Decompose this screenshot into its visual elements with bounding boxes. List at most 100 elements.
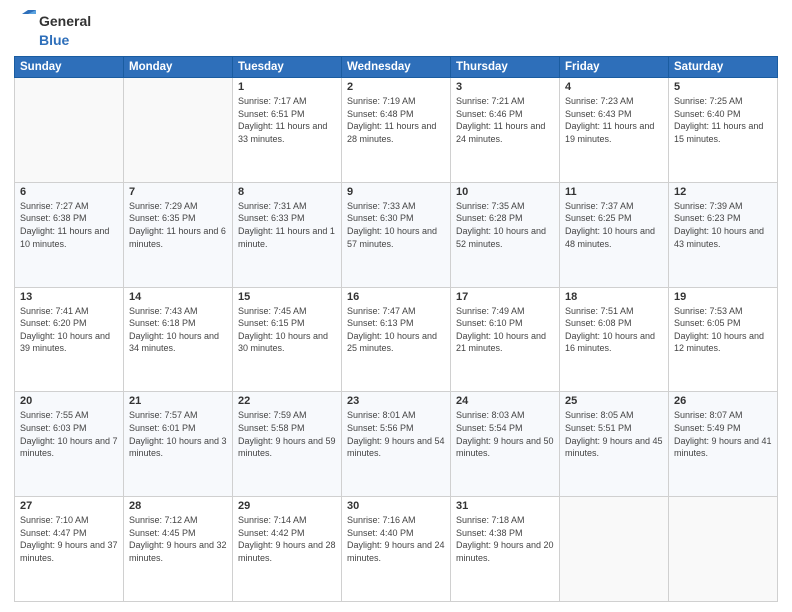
day-detail: Sunrise: 7:35 AMSunset: 6:28 PMDaylight:…: [456, 200, 554, 250]
day-detail: Sunrise: 7:49 AMSunset: 6:10 PMDaylight:…: [456, 305, 554, 355]
day-detail: Sunrise: 7:21 AMSunset: 6:46 PMDaylight:…: [456, 95, 554, 145]
day-number: 29: [238, 500, 336, 512]
day-detail: Sunrise: 7:47 AMSunset: 6:13 PMDaylight:…: [347, 305, 445, 355]
day-detail: Sunrise: 7:29 AMSunset: 6:35 PMDaylight:…: [129, 200, 227, 250]
calendar-cell: [669, 497, 778, 602]
day-detail: Sunrise: 7:53 AMSunset: 6:05 PMDaylight:…: [674, 305, 772, 355]
calendar-cell: 9 Sunrise: 7:33 AMSunset: 6:30 PMDaylight…: [342, 182, 451, 287]
calendar-week-row: 27 Sunrise: 7:10 AMSunset: 4:47 PMDayligh…: [15, 497, 778, 602]
day-number: 1: [238, 81, 336, 93]
day-number: 2: [347, 81, 445, 93]
day-detail: Sunrise: 8:01 AMSunset: 5:56 PMDaylight:…: [347, 409, 445, 459]
calendar-cell: 19 Sunrise: 7:53 AMSunset: 6:05 PMDayligh…: [669, 287, 778, 392]
day-number: 25: [565, 395, 663, 407]
calendar-cell: 27 Sunrise: 7:10 AMSunset: 4:47 PMDayligh…: [15, 497, 124, 602]
calendar-cell: 17Sunrise: 7:49 AMSunset: 6:10 PMDayligh…: [451, 287, 560, 392]
day-detail: Sunrise: 7:43 AMSunset: 6:18 PMDaylight:…: [129, 305, 227, 355]
day-detail: Sunrise: 7:23 AMSunset: 6:43 PMDaylight:…: [565, 95, 663, 145]
day-detail: Sunrise: 7:37 AMSunset: 6:25 PMDaylight:…: [565, 200, 663, 250]
calendar-week-row: 13 Sunrise: 7:41 AMSunset: 6:20 PMDayligh…: [15, 287, 778, 392]
day-number: 21: [129, 395, 227, 407]
calendar-week-row: 6 Sunrise: 7:27 AMSunset: 6:38 PMDaylight…: [15, 182, 778, 287]
calendar-cell: 25Sunrise: 8:05 AMSunset: 5:51 PMDayligh…: [560, 392, 669, 497]
day-number: 24: [456, 395, 554, 407]
day-detail: Sunrise: 7:10 AMSunset: 4:47 PMDaylight:…: [20, 514, 118, 564]
calendar-cell: 21 Sunrise: 7:57 AMSunset: 6:01 PMDayligh…: [124, 392, 233, 497]
calendar-cell: 23Sunrise: 8:01 AMSunset: 5:56 PMDayligh…: [342, 392, 451, 497]
day-number: 15: [238, 291, 336, 303]
day-number: 6: [20, 186, 118, 198]
calendar-cell: 1 Sunrise: 7:17 AMSunset: 6:51 PMDaylight…: [233, 78, 342, 183]
calendar-cell: 2 Sunrise: 7:19 AMSunset: 6:48 PMDaylight…: [342, 78, 451, 183]
calendar-header-row: SundayMondayTuesdayWednesdayThursdayFrid…: [15, 57, 778, 78]
day-number: 27: [20, 500, 118, 512]
day-number: 19: [674, 291, 772, 303]
logo: General Blue: [14, 10, 91, 48]
calendar-cell: 13 Sunrise: 7:41 AMSunset: 6:20 PMDayligh…: [15, 287, 124, 392]
weekday-header: Friday: [560, 57, 669, 78]
calendar-cell: 28Sunrise: 7:12 AMSunset: 4:45 PMDayligh…: [124, 497, 233, 602]
day-number: 31: [456, 500, 554, 512]
day-number: 14: [129, 291, 227, 303]
day-number: 20: [20, 395, 118, 407]
calendar-cell: 8Sunrise: 7:31 AMSunset: 6:33 PMDaylight…: [233, 182, 342, 287]
calendar-cell: 5 Sunrise: 7:25 AMSunset: 6:40 PMDaylight…: [669, 78, 778, 183]
day-detail: Sunrise: 7:33 AMSunset: 6:30 PMDaylight:…: [347, 200, 445, 250]
day-number: 3: [456, 81, 554, 93]
day-number: 16: [347, 291, 445, 303]
day-detail: Sunrise: 8:07 AMSunset: 5:49 PMDaylight:…: [674, 409, 772, 459]
weekday-header: Thursday: [451, 57, 560, 78]
calendar-cell: 31 Sunrise: 7:18 AMSunset: 4:38 PMDayligh…: [451, 497, 560, 602]
day-detail: Sunrise: 7:14 AMSunset: 4:42 PMDaylight:…: [238, 514, 336, 564]
day-number: 22: [238, 395, 336, 407]
calendar-table: SundayMondayTuesdayWednesdayThursdayFrid…: [14, 56, 778, 602]
day-detail: Sunrise: 7:55 AMSunset: 6:03 PMDaylight:…: [20, 409, 118, 459]
calendar-cell: 7 Sunrise: 7:29 AMSunset: 6:35 PMDaylight…: [124, 182, 233, 287]
day-detail: Sunrise: 7:27 AMSunset: 6:38 PMDaylight:…: [20, 200, 118, 250]
logo-blue: Blue: [39, 32, 69, 48]
calendar-cell: 26 Sunrise: 8:07 AMSunset: 5:49 PMDayligh…: [669, 392, 778, 497]
day-number: 28: [129, 500, 227, 512]
day-detail: Sunrise: 7:19 AMSunset: 6:48 PMDaylight:…: [347, 95, 445, 145]
day-number: 7: [129, 186, 227, 198]
calendar-cell: 16 Sunrise: 7:47 AMSunset: 6:13 PMDayligh…: [342, 287, 451, 392]
calendar-cell: 3 Sunrise: 7:21 AMSunset: 6:46 PMDaylight…: [451, 78, 560, 183]
calendar-cell: 4 Sunrise: 7:23 AMSunset: 6:43 PMDaylight…: [560, 78, 669, 183]
calendar-cell: 20 Sunrise: 7:55 AMSunset: 6:03 PMDayligh…: [15, 392, 124, 497]
calendar-week-row: 20 Sunrise: 7:55 AMSunset: 6:03 PMDayligh…: [15, 392, 778, 497]
calendar-cell: 18Sunrise: 7:51 AMSunset: 6:08 PMDayligh…: [560, 287, 669, 392]
calendar-cell: 30Sunrise: 7:16 AMSunset: 4:40 PMDayligh…: [342, 497, 451, 602]
logo-text-block: General Blue: [14, 10, 91, 48]
day-detail: Sunrise: 7:57 AMSunset: 6:01 PMDaylight:…: [129, 409, 227, 459]
day-detail: Sunrise: 7:25 AMSunset: 6:40 PMDaylight:…: [674, 95, 772, 145]
day-number: 13: [20, 291, 118, 303]
page: General Blue SundayMondayTuesdayWednesda…: [0, 0, 792, 612]
calendar-cell: 11 Sunrise: 7:37 AMSunset: 6:25 PMDayligh…: [560, 182, 669, 287]
calendar-cell: 12Sunrise: 7:39 AMSunset: 6:23 PMDayligh…: [669, 182, 778, 287]
logo-general: General: [39, 13, 91, 29]
day-number: 8: [238, 186, 336, 198]
weekday-header: Tuesday: [233, 57, 342, 78]
weekday-header: Wednesday: [342, 57, 451, 78]
day-number: 4: [565, 81, 663, 93]
calendar-cell: 14 Sunrise: 7:43 AMSunset: 6:18 PMDayligh…: [124, 287, 233, 392]
calendar-cell: 29 Sunrise: 7:14 AMSunset: 4:42 PMDayligh…: [233, 497, 342, 602]
weekday-header: Sunday: [15, 57, 124, 78]
day-detail: Sunrise: 7:41 AMSunset: 6:20 PMDaylight:…: [20, 305, 118, 355]
header: General Blue: [14, 10, 778, 48]
day-number: 26: [674, 395, 772, 407]
day-detail: Sunrise: 8:03 AMSunset: 5:54 PMDaylight:…: [456, 409, 554, 459]
day-number: 5: [674, 81, 772, 93]
day-number: 10: [456, 186, 554, 198]
day-detail: Sunrise: 7:51 AMSunset: 6:08 PMDaylight:…: [565, 305, 663, 355]
calendar-cell: 6 Sunrise: 7:27 AMSunset: 6:38 PMDaylight…: [15, 182, 124, 287]
day-number: 11: [565, 186, 663, 198]
calendar-cell: [124, 78, 233, 183]
logo-bird-icon: [14, 10, 36, 32]
day-detail: Sunrise: 7:18 AMSunset: 4:38 PMDaylight:…: [456, 514, 554, 564]
calendar-week-row: 1 Sunrise: 7:17 AMSunset: 6:51 PMDaylight…: [15, 78, 778, 183]
day-number: 30: [347, 500, 445, 512]
day-number: 9: [347, 186, 445, 198]
day-detail: Sunrise: 7:59 AMSunset: 5:58 PMDaylight:…: [238, 409, 336, 459]
day-detail: Sunrise: 7:17 AMSunset: 6:51 PMDaylight:…: [238, 95, 336, 145]
